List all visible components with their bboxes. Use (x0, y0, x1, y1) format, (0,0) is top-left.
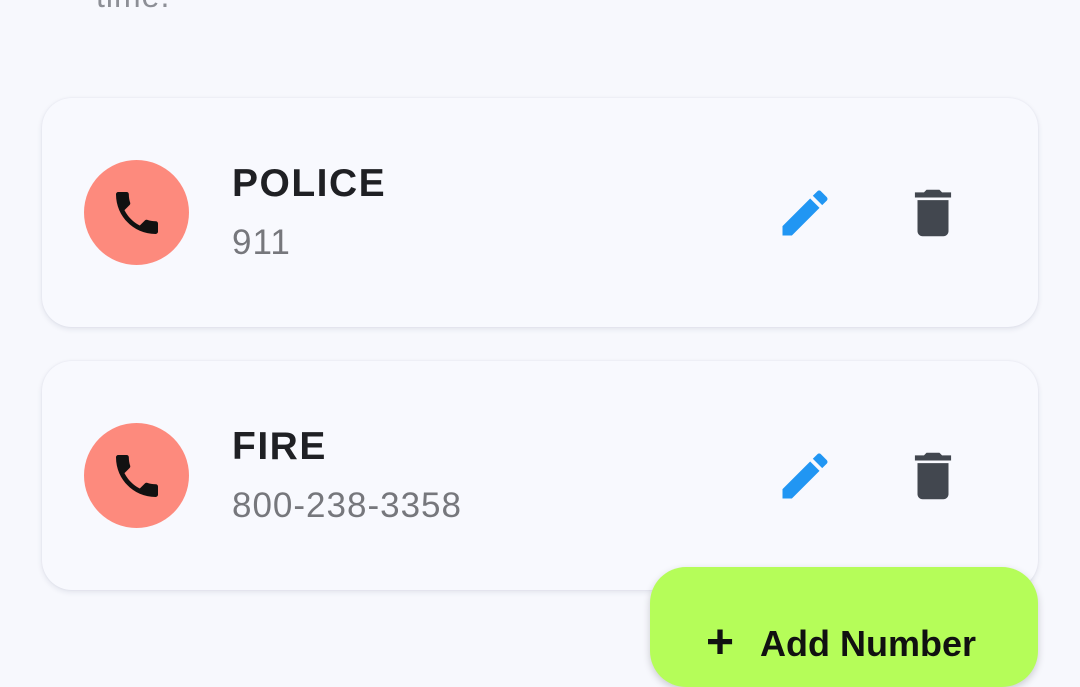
contact-number: 800-238-3358 (232, 486, 462, 525)
add-number-label: Add Number (760, 623, 976, 664)
delete-contact-button[interactable] (900, 443, 966, 509)
contact-name: POLICE (232, 162, 387, 205)
add-number-button[interactable]: + Add Number (650, 567, 1038, 687)
delete-contact-button[interactable] (900, 180, 966, 246)
pencil-icon (782, 453, 828, 499)
contact-number: 911 (232, 223, 291, 262)
phone-icon (115, 454, 158, 497)
trash-icon (914, 189, 952, 237)
contact-avatar (84, 160, 189, 265)
plus-icon: + (706, 616, 735, 669)
contact-avatar (84, 423, 189, 528)
contact-card-fire: FIRE 800-238-3358 (42, 361, 1038, 590)
contact-name: FIRE (232, 425, 327, 468)
edit-contact-button[interactable] (772, 180, 838, 246)
contact-card-police: POLICE 911 (42, 98, 1038, 327)
trash-icon (914, 452, 952, 500)
pencil-icon (782, 190, 828, 236)
edit-contact-button[interactable] (772, 443, 838, 509)
description-text: time. (96, 0, 170, 15)
phone-icon (115, 191, 158, 234)
